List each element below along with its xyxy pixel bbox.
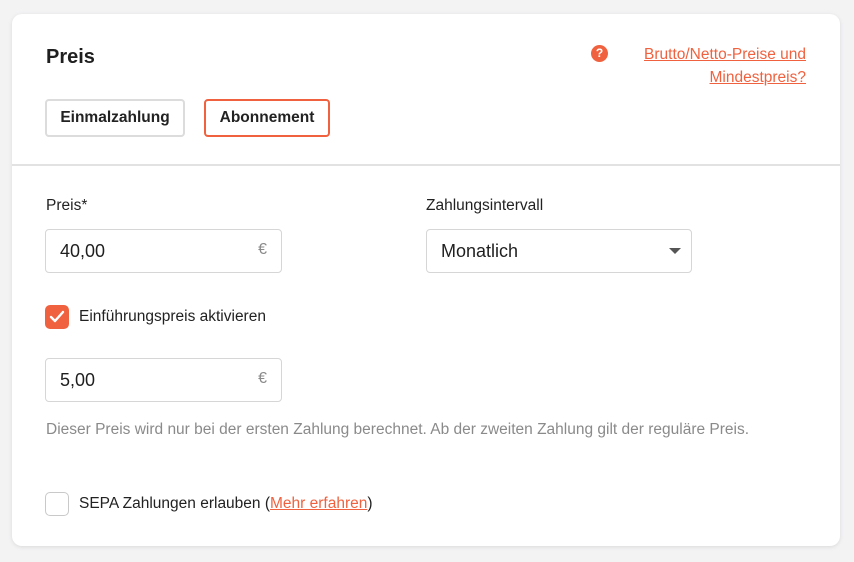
interval-selected-value: Monatlich bbox=[441, 241, 519, 261]
euro-symbol: € bbox=[258, 241, 267, 258]
interval-select[interactable]: Monatlich bbox=[426, 229, 692, 273]
help-section: ? Brutto/Netto-Preise und Mindestpreis? bbox=[591, 43, 806, 89]
sepa-checkbox[interactable] bbox=[45, 492, 69, 516]
price-input[interactable] bbox=[60, 230, 230, 272]
interval-label: Zahlungsintervall bbox=[426, 197, 544, 214]
sepa-learn-more-link[interactable]: Mehr erfahren bbox=[270, 495, 367, 512]
intro-price-label: Einführungspreis aktivieren bbox=[79, 308, 266, 325]
question-icon: ? bbox=[591, 45, 608, 62]
checkmark-icon bbox=[49, 310, 65, 323]
tab-abonnement[interactable]: Abonnement bbox=[204, 99, 330, 137]
intro-price-field: € bbox=[45, 358, 282, 402]
divider bbox=[12, 164, 840, 166]
intro-price-input[interactable] bbox=[60, 359, 230, 401]
brutto-netto-help-link[interactable]: Brutto/Netto-Preise und Mindestpreis? bbox=[616, 43, 806, 89]
price-card: Preis ? Brutto/Netto-Preise und Mindestp… bbox=[12, 14, 840, 546]
euro-symbol: € bbox=[258, 370, 267, 387]
price-label: Preis* bbox=[46, 197, 88, 214]
tab-einmalzahlung[interactable]: Einmalzahlung bbox=[45, 99, 185, 137]
chevron-down-icon bbox=[669, 248, 681, 254]
sepa-label-suffix: ) bbox=[367, 495, 373, 512]
price-field: € bbox=[45, 229, 282, 273]
intro-price-checkbox[interactable] bbox=[45, 305, 69, 329]
section-title: Preis bbox=[46, 46, 95, 68]
sepa-label: SEPA Zahlungen erlauben (Mehr erfahren) bbox=[79, 495, 373, 513]
sepa-label-prefix: SEPA Zahlungen erlauben ( bbox=[79, 495, 271, 512]
intro-price-hint: Dieser Preis wird nur bei der ersten Zah… bbox=[46, 421, 750, 438]
